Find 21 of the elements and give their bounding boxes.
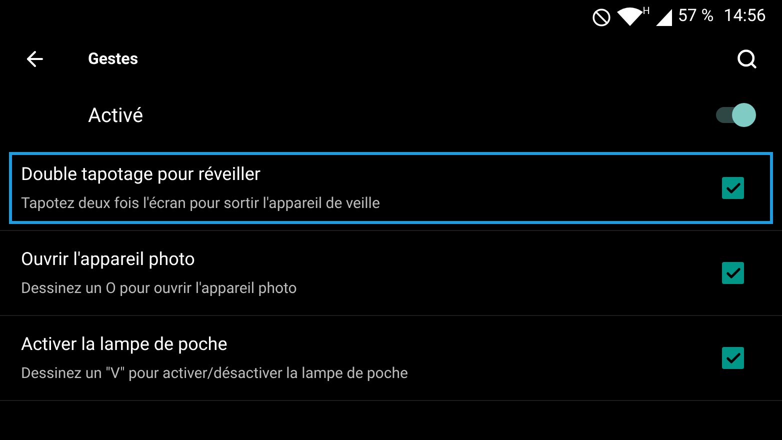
gesture-description: Tapotez deux fois l'écran pour sortir l'appareil de veille [21, 193, 380, 214]
wifi-icon [616, 7, 643, 27]
gesture-row[interactable]: Ouvrir l'appareil photo Dessinez un O pour ouvrir l'appareil photo [9, 237, 773, 309]
network-type: H [642, 5, 650, 19]
master-switch-label: Activé [88, 102, 144, 129]
gesture-checkbox[interactable] [722, 262, 744, 284]
toolbar-title: Gestes [88, 48, 138, 70]
gesture-checkbox[interactable] [722, 177, 744, 199]
do-not-disturb-icon [592, 8, 611, 26]
gesture-description: Dessinez un O pour ouvrir l'appareil photo [21, 278, 297, 300]
master-switch[interactable] [716, 103, 756, 127]
clock: 14:56 [724, 5, 766, 28]
gesture-description: Dessinez un "V" pour activer/désactiver la lampe de poche [21, 363, 408, 384]
gesture-title: Double tapotage pour réveiller [21, 163, 262, 188]
gesture-title: Ouvrir l'appareil photo [21, 248, 196, 272]
gesture-row[interactable]: Double tapotage pour réveiller Tapotez deux fois l'écran pour sortir l'appareil de veille [9, 152, 773, 224]
signal-icon [656, 8, 672, 26]
battery-percent: 57 % [678, 5, 714, 28]
gesture-checkbox[interactable] [722, 347, 744, 369]
gesture-title: Activer la lampe de poche [21, 333, 228, 358]
gesture-row[interactable]: Activer la lampe de poche Dessinez un "V" pour activer/désactiver la lampe de poche [9, 322, 773, 394]
